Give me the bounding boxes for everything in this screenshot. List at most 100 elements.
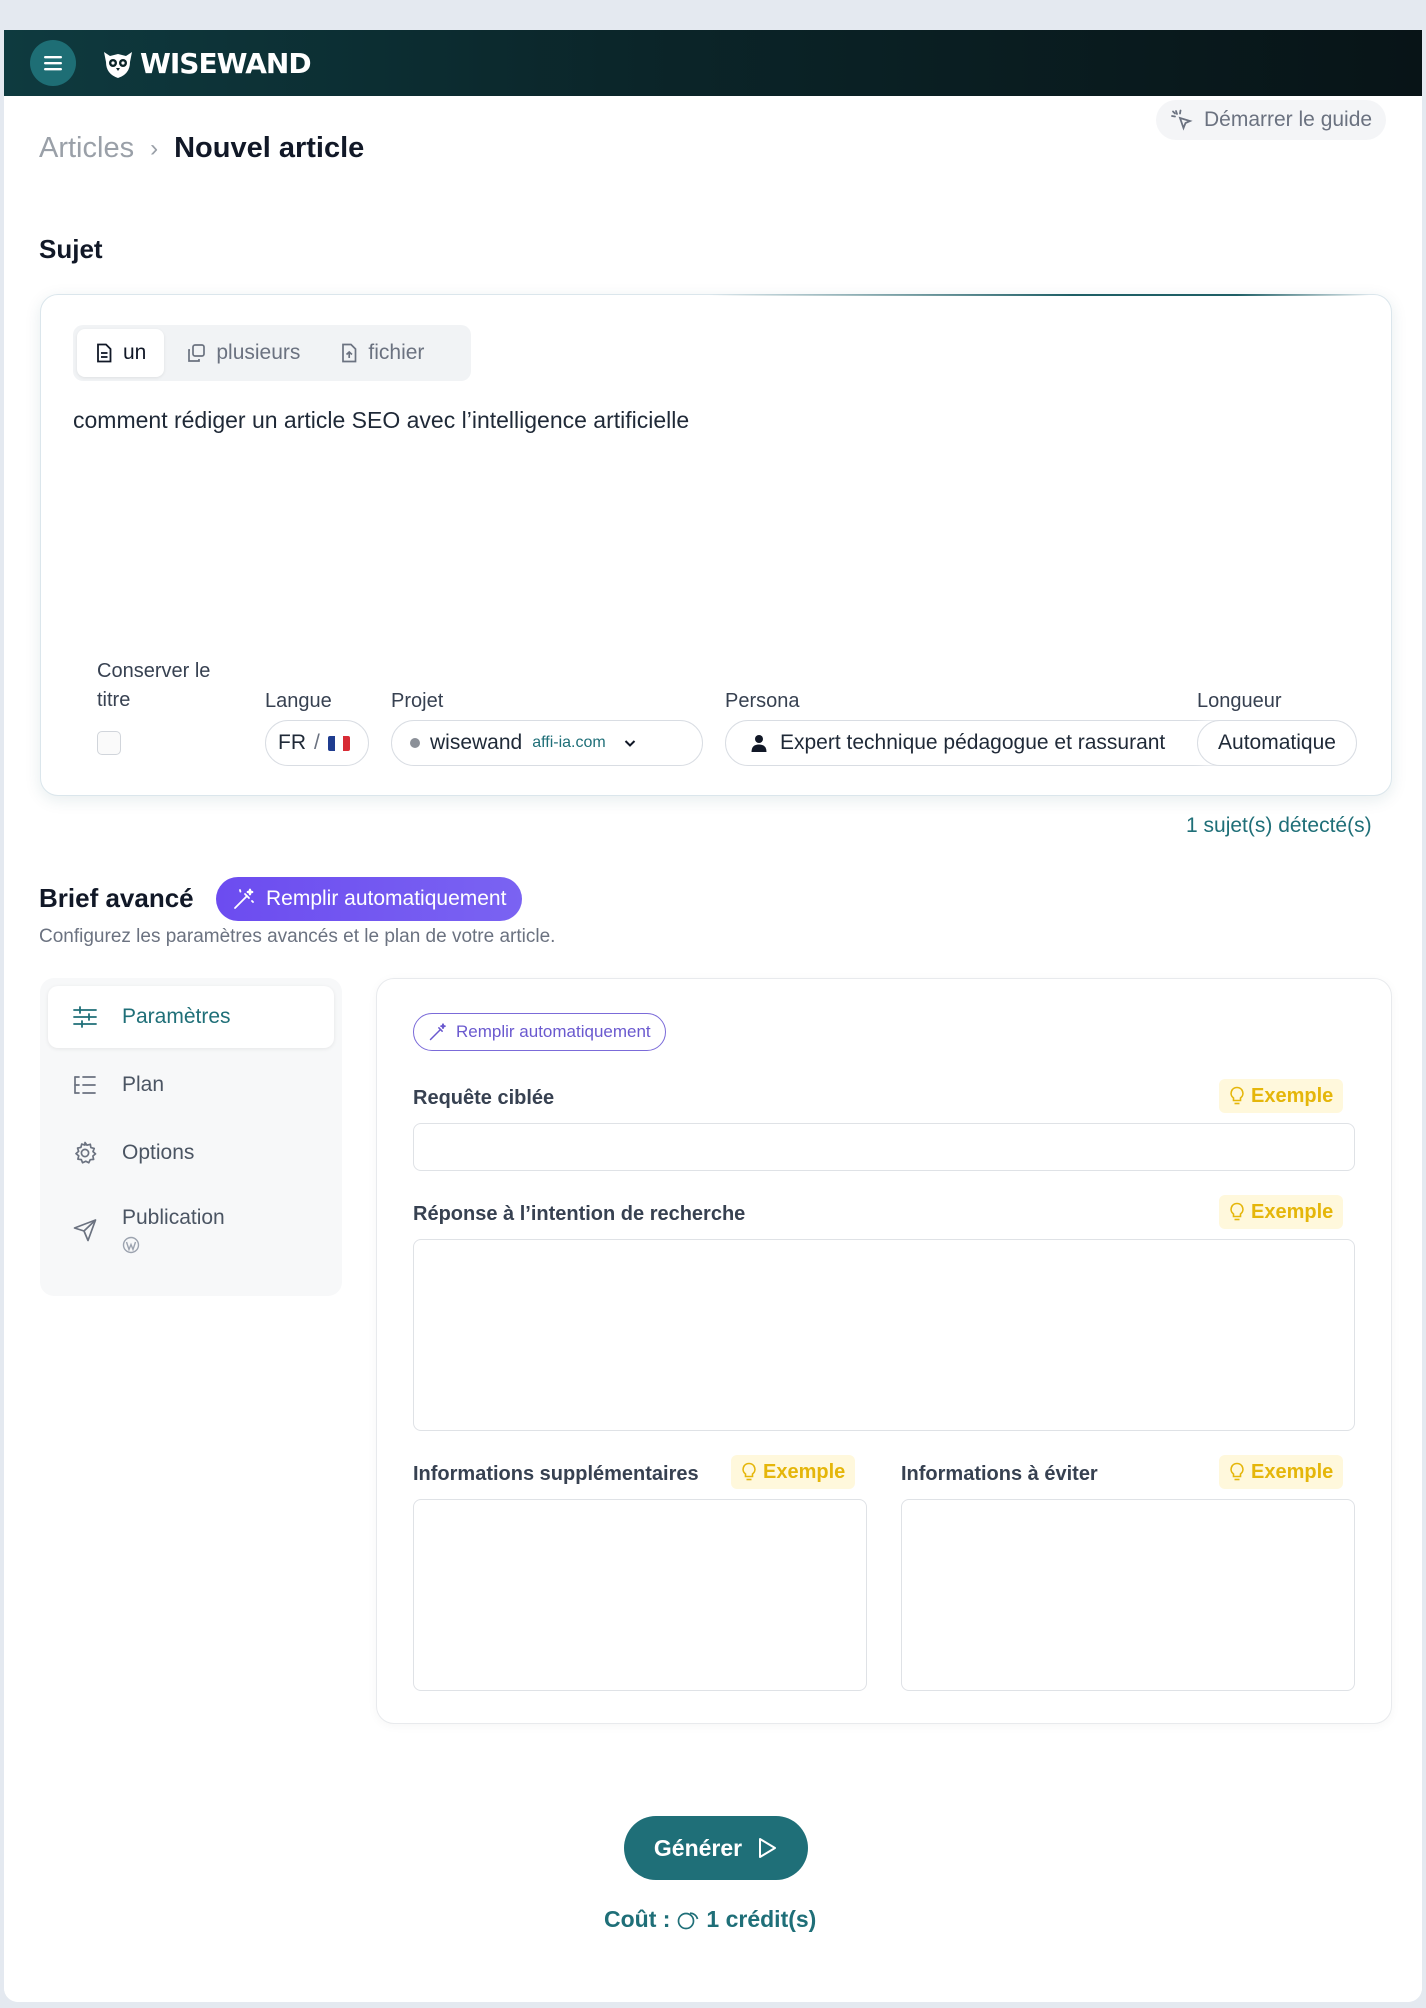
app-window: WISEWAND Démarrer le guide Articles › No… — [4, 30, 1422, 2002]
language-separator: / — [314, 731, 320, 754]
sliders-icon — [73, 1006, 97, 1028]
generate-button[interactable]: Générer — [624, 1816, 808, 1880]
target-query-example-button[interactable]: Exemple — [1219, 1079, 1344, 1113]
owl-logo-icon — [104, 52, 132, 78]
avoid-info-label: Informations à éviter — [901, 1463, 1098, 1485]
generate-label: Générer — [653, 1834, 743, 1861]
search-intent-textarea[interactable] — [413, 1239, 1355, 1431]
breadcrumb: Articles › Nouvel article — [39, 132, 364, 165]
document-icon — [97, 343, 112, 363]
tab-single-subject[interactable]: un — [77, 329, 165, 377]
autofill-params-label: Remplir automatiquement — [456, 1022, 651, 1041]
send-icon — [73, 1219, 97, 1242]
search-intent-example-label: Exemple — [1251, 1200, 1334, 1223]
extra-info-textarea[interactable] — [413, 1499, 867, 1691]
persona-user-icon — [751, 735, 767, 752]
length-label: Longueur — [1197, 690, 1282, 712]
keep-title-label: Conserver le titre — [97, 657, 210, 715]
nav-item-parametres[interactable]: Paramètres — [48, 986, 334, 1048]
extra-info-example-label: Exemple — [763, 1460, 846, 1483]
subject-card: un plusieurs fichier comment rédiger un … — [40, 294, 1392, 796]
autofill-params-button[interactable]: Remplir automatiquement — [413, 1013, 666, 1051]
lightbulb-icon — [1230, 1462, 1244, 1481]
brief-subtitle: Configurez les paramètres avancés et le … — [39, 926, 556, 947]
parameters-panel: Remplir automatiquement Requête ciblée E… — [376, 978, 1392, 1724]
project-select[interactable]: wisewand affi-ia.com — [391, 720, 703, 766]
tab-single-label: un — [123, 341, 147, 364]
gear-icon — [75, 1141, 97, 1164]
target-query-example-label: Exemple — [1251, 1084, 1334, 1107]
autofill-brief-button[interactable]: Remplir automatiquement — [216, 877, 523, 921]
avoid-info-example-label: Exemple — [1251, 1460, 1334, 1483]
breadcrumb-separator: › — [150, 134, 159, 162]
persona-select[interactable]: Expert technique pédagogue et rassurant — [725, 720, 1245, 766]
menu-button[interactable] — [30, 40, 76, 86]
keep-title-label-line1: Conserver le — [97, 660, 211, 682]
chevron-down-icon — [624, 740, 635, 747]
project-name: wisewand — [430, 731, 523, 754]
lightbulb-icon — [742, 1462, 756, 1481]
logo-text: WISEWAND — [140, 46, 312, 80]
subject-textarea[interactable]: comment rédiger un article SEO avec l’in… — [73, 403, 1353, 633]
nav-publication-text: Publication — [122, 1206, 225, 1254]
avoid-info-textarea[interactable] — [901, 1499, 1355, 1691]
flag-fr-icon — [327, 735, 350, 751]
project-domain: affi-ia.com — [532, 734, 606, 751]
language-label: Langue — [265, 690, 332, 712]
persona-value: Expert technique pédagogue et rassurant — [780, 731, 1166, 754]
brief-side-nav: Paramètres Plan Options Publication — [40, 978, 342, 1296]
search-intent-label: Réponse à l’intention de recherche — [413, 1203, 746, 1225]
nav-parametres-label: Paramètres — [122, 1005, 231, 1028]
avoid-info-example-button[interactable]: Exemple — [1219, 1455, 1344, 1489]
nav-publication-label: Publication — [122, 1206, 225, 1229]
play-icon — [759, 1838, 777, 1858]
breadcrumb-articles-link[interactable]: Articles — [39, 132, 134, 165]
outline-list-icon — [74, 1076, 96, 1094]
main-content: Démarrer le guide Articles › Nouvel arti… — [4, 96, 1422, 2002]
start-guide-button[interactable]: Démarrer le guide — [1156, 100, 1387, 140]
language-select[interactable]: FR / — [265, 720, 369, 766]
logo[interactable]: WISEWAND — [100, 46, 312, 80]
card-accent-line — [709, 294, 1369, 296]
top-bar: WISEWAND — [4, 30, 1422, 96]
page-title: Nouvel article — [174, 132, 365, 164]
cost-value: 1 crédit(s) — [706, 1906, 817, 1932]
length-value: Automatique — [1218, 731, 1336, 754]
nav-item-publication[interactable]: Publication — [48, 1190, 334, 1270]
project-label: Projet — [391, 690, 444, 712]
target-query-input[interactable] — [413, 1123, 1355, 1171]
wordpress-icon — [122, 1236, 140, 1254]
extra-info-example-button[interactable]: Exemple — [731, 1455, 856, 1489]
magic-wand-icon — [429, 1023, 446, 1041]
subject-section-title: Sujet — [39, 234, 103, 264]
start-guide-label: Démarrer le guide — [1204, 108, 1373, 131]
detected-subjects-count: 1 sujet(s) détecté(s) — [1186, 814, 1372, 837]
magic-wand-icon — [234, 888, 254, 909]
keep-title-checkbox[interactable] — [97, 731, 121, 755]
language-code: FR — [278, 731, 306, 754]
keep-title-label-line2: titre — [97, 689, 131, 711]
length-select[interactable]: Automatique — [1197, 720, 1357, 766]
search-intent-example-button[interactable]: Exemple — [1219, 1195, 1344, 1229]
coins-icon — [678, 1911, 699, 1929]
autofill-brief-label: Remplir automatiquement — [266, 887, 507, 910]
file-upload-icon — [342, 343, 357, 363]
pointer-sparkle-icon — [1171, 109, 1193, 131]
tab-file-upload[interactable]: fichier — [322, 329, 442, 377]
copy-icon — [188, 344, 206, 362]
nav-item-plan[interactable]: Plan — [48, 1054, 334, 1116]
target-query-label: Requête ciblée — [413, 1087, 555, 1109]
persona-label: Persona — [725, 690, 800, 712]
lightbulb-icon — [1230, 1202, 1244, 1221]
hamburger-icon — [44, 56, 62, 71]
tab-multiple-subjects[interactable]: plusieurs — [168, 329, 318, 377]
tab-file-label: fichier — [368, 341, 425, 364]
nav-plan-label: Plan — [122, 1073, 165, 1096]
tab-multiple-label: plusieurs — [216, 341, 301, 364]
nav-item-options[interactable]: Options — [48, 1122, 334, 1184]
cost-display: Coût : 1 crédit(s) — [604, 1906, 816, 1933]
lightbulb-icon — [1230, 1086, 1244, 1105]
subject-mode-tabs: un plusieurs fichier — [73, 325, 471, 381]
cost-label: Coût : — [604, 1906, 671, 1932]
brief-section-title: Brief avancé — [39, 883, 194, 913]
